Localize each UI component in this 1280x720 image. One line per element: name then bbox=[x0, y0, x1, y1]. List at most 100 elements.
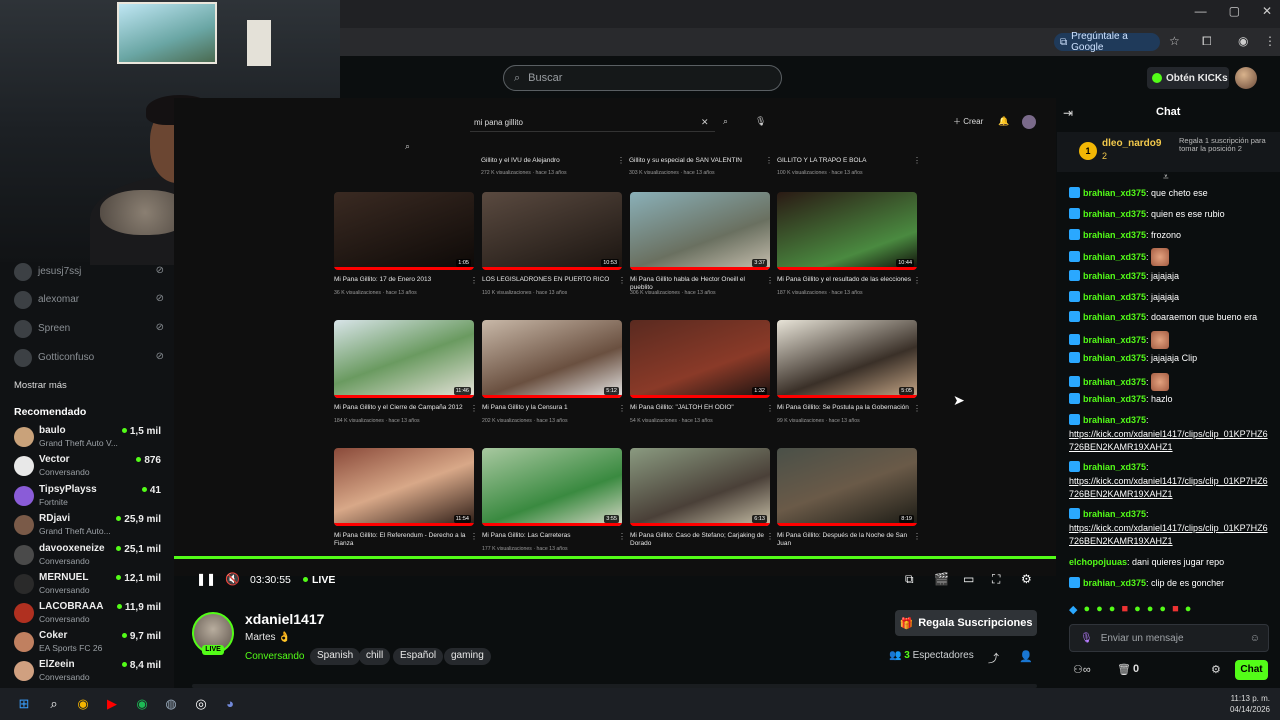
get-kicks-button[interactable]: Obtén KICKs bbox=[1147, 67, 1229, 89]
sidebar-channel-rdjavi[interactable]: RDjavi Grand Theft Auto... 25,9 mil bbox=[0, 512, 174, 541]
spotify-icon[interactable]: ◉ bbox=[133, 695, 151, 713]
theater-mode-icon[interactable]: ▭ bbox=[963, 572, 974, 586]
share-icon[interactable]: ⤴ bbox=[988, 650, 999, 666]
search-icon[interactable]: ⌕ bbox=[45, 695, 63, 713]
chat-username[interactable]: elchopojuuas bbox=[1069, 557, 1127, 567]
emote-icon[interactable]: ● bbox=[1134, 603, 1141, 617]
watch-progress-bar bbox=[334, 267, 474, 270]
chat-username[interactable]: brahian_xd375 bbox=[1083, 415, 1146, 425]
bookmark-star-icon[interactable]: ☆ bbox=[1169, 34, 1180, 48]
sidebar-channel-mernuel[interactable]: MERNUEL Conversando 12,1 mil bbox=[0, 571, 174, 600]
google-lens-icon: ⧉ bbox=[1060, 36, 1068, 48]
clip-icon[interactable]: 🎬 bbox=[934, 572, 949, 586]
chat-link[interactable]: https://kick.com/xdaniel1417/clips/clip_… bbox=[1069, 523, 1268, 547]
search-input[interactable]: ⌕ Buscar bbox=[503, 65, 782, 91]
expand-icon[interactable]: ⩡ bbox=[1163, 172, 1169, 183]
chat-username[interactable]: brahian_xd375 bbox=[1083, 188, 1146, 198]
close-icon[interactable]: ✕ bbox=[1262, 4, 1272, 18]
emote-icon[interactable]: ● bbox=[1083, 603, 1090, 617]
collapse-chat-icon[interactable]: ⇥ bbox=[1063, 106, 1073, 120]
stream-tag[interactable]: Español bbox=[393, 648, 444, 665]
kicks-icon bbox=[1152, 73, 1162, 83]
emote-icon[interactable]: ■ bbox=[1121, 603, 1128, 617]
emote-icon[interactable]: ■ bbox=[1172, 603, 1179, 617]
emote-icon[interactable]: ● bbox=[1096, 603, 1103, 617]
chat-username[interactable]: brahian_xd375 bbox=[1083, 509, 1146, 519]
sidebar-offline-channel[interactable]: Gotticonfuso ⊘ bbox=[14, 348, 164, 368]
chat-username[interactable]: brahian_xd375 bbox=[1083, 252, 1146, 262]
gift-subscriptions-button[interactable]: 🎁 Regala Suscripciones bbox=[895, 610, 1037, 636]
chat-message-input[interactable]: 🎙 Enviar un mensaje ☺ bbox=[1069, 624, 1269, 652]
user-avatar[interactable] bbox=[1235, 67, 1257, 89]
sidebar-channel-lacobraaa[interactable]: LACOBRAAA Conversando 11,9 mil bbox=[0, 600, 174, 629]
sidebar-channel-coker[interactable]: Coker EA Sports FC 26 9,7 mil bbox=[0, 629, 174, 658]
emote-icon[interactable]: ● bbox=[1185, 603, 1192, 617]
leaderboard-user[interactable]: dleo_nardo9 bbox=[1102, 138, 1161, 149]
chat-link[interactable]: https://kick.com/xdaniel1417/clips/clip_… bbox=[1069, 476, 1268, 500]
follow-icon[interactable]: 👤 bbox=[1019, 650, 1033, 663]
emote-icon[interactable]: ● bbox=[1147, 603, 1154, 617]
sidebar-channel-elzeein[interactable]: ElZeein Conversando 8,4 mil bbox=[0, 658, 174, 687]
chat-users-icon[interactable]: ⚇∞ bbox=[1073, 663, 1091, 676]
chat-username[interactable]: brahian_xd375 bbox=[1083, 335, 1146, 345]
minimize-icon[interactable]: — bbox=[1195, 4, 1207, 18]
emote-icon[interactable]: ● bbox=[1159, 603, 1166, 617]
chat-settings-icon[interactable]: ⚙ bbox=[1211, 663, 1221, 676]
chat-link[interactable]: https://kick.com/xdaniel1417/clips/clip_… bbox=[1069, 429, 1268, 453]
chat-username[interactable]: brahian_xd375 bbox=[1083, 578, 1146, 588]
profile-icon[interactable]: ◉ bbox=[1238, 34, 1248, 48]
sidebar-channel-baulo[interactable]: baulo Grand Theft Auto V... 1,5 mil bbox=[0, 424, 174, 453]
emote-icon[interactable]: ◆ bbox=[1069, 603, 1077, 617]
chat-username[interactable]: brahian_xd375 bbox=[1083, 377, 1146, 387]
microphone-icon[interactable]: 🎙 bbox=[1080, 633, 1093, 644]
chat-username[interactable]: brahian_xd375 bbox=[1083, 353, 1146, 363]
youtube-icon[interactable]: ▶ bbox=[103, 695, 121, 713]
discord-icon[interactable]: ◕ bbox=[221, 695, 239, 713]
browser-menu-icon[interactable]: ⋮ bbox=[1264, 34, 1276, 48]
sidebar-offline-channel[interactable]: Spreen ⊘ bbox=[14, 319, 164, 339]
chat-send-button[interactable]: Chat bbox=[1235, 660, 1268, 680]
chat-username[interactable]: brahian_xd375 bbox=[1083, 394, 1146, 404]
sidebar-offline-channel[interactable]: jesusj7ssj ⊘ bbox=[14, 262, 164, 282]
stream-tag[interactable]: gaming bbox=[444, 648, 491, 665]
chat-text: hazlo bbox=[1151, 394, 1173, 404]
emote-icon[interactable]: ● bbox=[1109, 603, 1116, 617]
taskbar-clock[interactable]: 11:13 p. m. 04/14/2026 bbox=[1230, 693, 1270, 715]
chat-username[interactable]: brahian_xd375 bbox=[1083, 312, 1146, 322]
leaderboard-gift-prompt[interactable]: Regala 1 suscripción para tomar la posic… bbox=[1179, 137, 1274, 153]
chat-username[interactable]: brahian_xd375 bbox=[1083, 209, 1146, 219]
emoji-icon[interactable]: ☺ bbox=[1250, 633, 1260, 644]
sidebar-channel-vector[interactable]: Vector Conversando 876 bbox=[0, 453, 174, 482]
chat-username[interactable]: brahian_xd375 bbox=[1083, 292, 1146, 302]
video-duration: 8:19 bbox=[899, 515, 914, 523]
steam-icon[interactable]: ◍ bbox=[162, 695, 180, 713]
stream-tag[interactable]: chill bbox=[359, 648, 391, 665]
sidebar-offline-channel[interactable]: alexomar ⊘ bbox=[14, 290, 164, 310]
maximize-icon[interactable]: ▢ bbox=[1229, 4, 1240, 18]
extensions-icon[interactable]: ⧠ bbox=[1202, 34, 1212, 49]
viewer-count: 8,4 mil bbox=[122, 660, 161, 671]
settings-icon[interactable]: ⚙ bbox=[1021, 572, 1032, 586]
picture-in-picture-icon[interactable]: ⧉ bbox=[905, 572, 914, 587]
mute-icon[interactable]: 🔇 bbox=[225, 572, 240, 586]
ask-google-button[interactable]: ⧉ Pregúntale a Google bbox=[1054, 31, 1160, 53]
channel-category: Conversando bbox=[39, 614, 90, 624]
stream-category[interactable]: Conversando bbox=[245, 651, 304, 662]
windows-start-icon[interactable]: ⊞ bbox=[15, 695, 33, 713]
sidebar-channel-davooxeneize[interactable]: davooxeneize Conversando 25,1 mil bbox=[0, 542, 174, 571]
fullscreen-icon[interactable]: ⛶ bbox=[992, 572, 1000, 587]
stream-tag[interactable]: Spanish bbox=[310, 648, 361, 665]
github-icon[interactable]: ◎ bbox=[192, 695, 210, 713]
more-options-icon: ⋮ bbox=[913, 404, 921, 413]
chrome-icon[interactable]: ◉ bbox=[74, 695, 92, 713]
player-progress-bar[interactable] bbox=[174, 556, 1056, 559]
video-meta: 202 K visualizaciones · hace 13 años bbox=[482, 418, 568, 424]
channel-name[interactable]: xdaniel1417 bbox=[245, 611, 324, 627]
pause-icon[interactable]: ❚❚ bbox=[196, 572, 216, 586]
chat-username[interactable]: brahian_xd375 bbox=[1083, 462, 1146, 472]
chat-username[interactable]: brahian_xd375 bbox=[1083, 230, 1146, 240]
chat-username[interactable]: brahian_xd375 bbox=[1083, 271, 1146, 281]
show-more-link[interactable]: Mostrar más bbox=[14, 380, 67, 391]
sidebar-channel-tipsyplayss[interactable]: TipsyPlayss Fortnite 41 bbox=[0, 483, 174, 512]
viewer-count: 12,1 mil bbox=[116, 573, 161, 584]
